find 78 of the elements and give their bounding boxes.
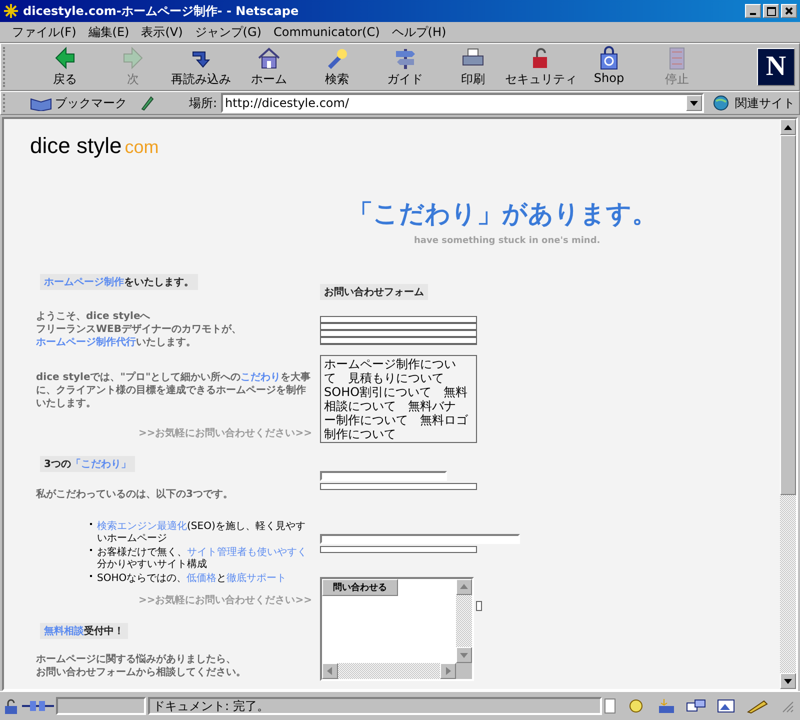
text-line: お問い合わせフォームから相談してください。 — [36, 666, 247, 679]
pen-icon — [139, 95, 155, 111]
close-icon — [785, 7, 793, 15]
menu-item[interactable]: 編集(E) — [82, 24, 136, 40]
resize-grip-icon — [780, 699, 794, 713]
scroll-button[interactable] — [780, 673, 796, 689]
plug-icon[interactable] — [22, 698, 54, 714]
location-label: 場所: — [189, 94, 218, 112]
app-icon — [3, 3, 19, 19]
toolbar-button[interactable]: 再読み込み — [167, 46, 235, 88]
toolbar-button[interactable]: ガイド — [371, 46, 439, 88]
menu-item[interactable]: ファイル(F) — [6, 24, 82, 40]
window-title: dicestyle.com-ホームページ制作- - Netscape — [23, 2, 300, 20]
site-logo: dice style com — [30, 133, 160, 159]
browser-logo: N — [757, 48, 795, 86]
toolbar-button[interactable]: 検索 — [303, 46, 371, 88]
paragraph: 私がこだわっているのは、以下の3つです。 — [36, 488, 234, 501]
section-heading: ホームページ制作をいたします。 — [40, 274, 198, 290]
menu-item[interactable]: 表示(V) — [135, 24, 189, 40]
list-item: SOHOならではの、低価格と徹底サポート — [97, 573, 287, 585]
scrollbar-corner — [456, 663, 472, 679]
section-heading: 3つの「こだわり」 — [40, 456, 135, 472]
scrollbar-thumb[interactable] — [780, 135, 796, 495]
bookmarks-button[interactable]: ブックマーク — [29, 94, 127, 112]
form-title: お問い合わせフォーム — [320, 284, 428, 300]
pen-icon[interactable] — [746, 698, 770, 714]
list-item: 検索エンジン最適化(SEO)を施し、軽く見やすいホームページ — [97, 521, 306, 545]
maximize-icon — [766, 6, 776, 16]
toolbar-button[interactable]: 戻る — [31, 46, 99, 88]
input-field[interactable] — [320, 316, 477, 324]
section-heading: 無料相談受付中！ — [40, 623, 128, 639]
menu-item[interactable]: Communicator(C) — [267, 25, 386, 39]
input-field[interactable] — [320, 331, 477, 338]
submit-button[interactable]: 問い合わせる — [322, 579, 398, 596]
close-button[interactable] — [781, 4, 797, 18]
topics-list[interactable]: ホームページ制作につい て 見積もりについて SOHO割引について 無料 相談について 無料バナ ー制作について 無料ロゴ 制作について — [320, 355, 477, 443]
status-text: ドキュメント: 完了。 — [148, 697, 602, 715]
text-line: フリーランスWEBデザイナーのカワモトが、 — [36, 323, 242, 336]
paragraph: dice styleでは、"プロ"として細かい所へのこだわり を大事に、クライアント様の目標を達成できるホームページを制作いたします。 — [36, 371, 312, 410]
toolbar-button[interactable]: Shop — [575, 46, 643, 88]
checkbox[interactable] — [476, 601, 482, 611]
toolbar-button[interactable]: ホーム — [235, 46, 303, 88]
input-field[interactable] — [320, 483, 477, 490]
toolbar-button[interactable]: セキュリティ — [507, 46, 575, 88]
up-arrow-icon — [784, 124, 792, 130]
scroll-button[interactable] — [780, 119, 796, 135]
list-item: お客様だけで無く、サイト管理者も使いやすく 分かりやすいサイト構成 — [97, 547, 308, 571]
document-icon — [604, 698, 616, 714]
up-arrow-icon — [460, 583, 468, 591]
headline: 「こだわり」があります。 — [348, 198, 658, 230]
input-field[interactable] — [320, 338, 477, 345]
input-field[interactable] — [320, 324, 477, 331]
input-field[interactable] — [320, 534, 520, 544]
input-field[interactable] — [320, 471, 447, 481]
menu-item[interactable]: ヘルプ(H) — [386, 24, 452, 40]
url-field[interactable]: http://dicestyle.com/ — [221, 93, 704, 113]
house-icon — [256, 46, 282, 70]
maximize-button[interactable] — [763, 4, 779, 18]
tagline: have something stuck in one's mind. — [414, 236, 602, 246]
down-arrow-icon — [460, 651, 468, 659]
related-sites-button[interactable]: 関連サイト — [712, 94, 795, 112]
inbox-icon[interactable] — [656, 698, 676, 714]
input-field[interactable] — [320, 546, 477, 553]
padlock-icon[interactable] — [2, 698, 20, 714]
dropdown-arrow-icon — [690, 100, 698, 106]
message-field[interactable]: 問い合わせる — [320, 577, 474, 681]
left-arrow-icon — [326, 667, 334, 675]
text-line: ホームページに関する悩みがありましたら、 — [36, 653, 237, 666]
text-line: ようこそ、dice styleへ — [36, 310, 152, 323]
minimize-button[interactable] — [745, 4, 761, 18]
menu-item[interactable]: ジャンプ(G) — [188, 24, 268, 40]
toolbar-button[interactable]: 印刷 — [439, 46, 507, 88]
right-arrow-icon — [444, 667, 452, 675]
down-arrow-icon — [784, 678, 792, 684]
chat-icon[interactable] — [686, 698, 706, 714]
text-line: ホームページ制作代行いたします。 — [36, 336, 197, 349]
scrollbar[interactable] — [780, 119, 796, 689]
picture-icon[interactable] — [716, 698, 736, 714]
